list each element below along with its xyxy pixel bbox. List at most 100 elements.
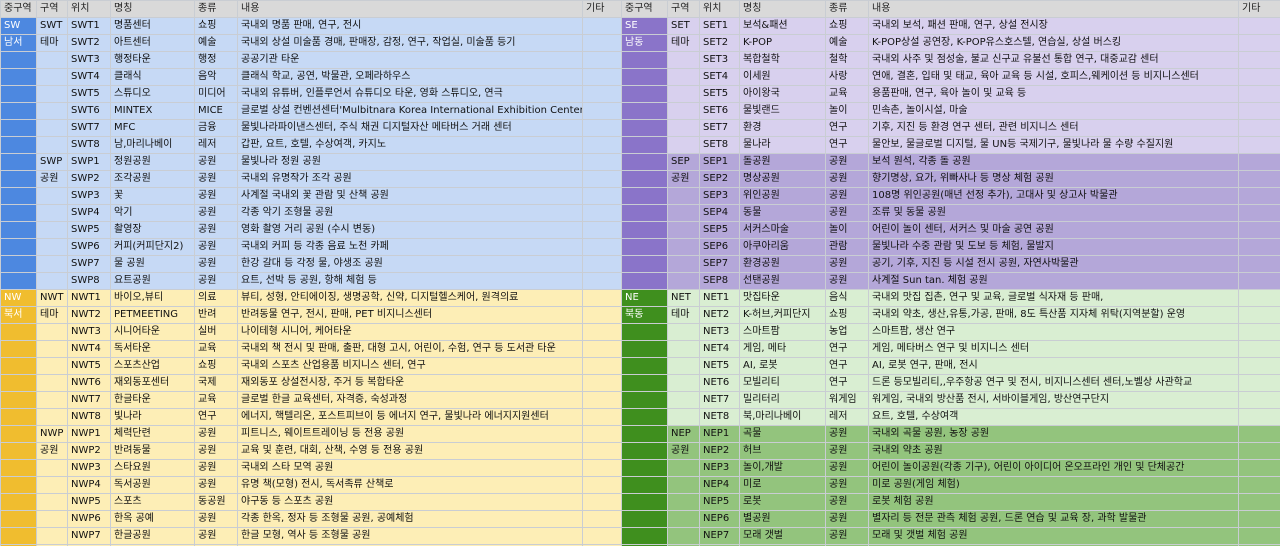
sheet-cell[interactable] bbox=[667, 340, 700, 358]
sheet-cell[interactable] bbox=[0, 340, 37, 358]
column-header[interactable]: 명칭 bbox=[739, 0, 826, 18]
sheet-cell[interactable] bbox=[621, 442, 668, 460]
sheet-cell[interactable]: 반려동물 bbox=[110, 442, 195, 460]
column-header[interactable]: 기타 bbox=[1238, 0, 1280, 18]
sheet-cell[interactable] bbox=[36, 459, 68, 477]
sheet-cell[interactable]: SEP2 bbox=[699, 170, 740, 188]
sheet-cell[interactable]: NWP3 bbox=[67, 459, 111, 477]
sheet-cell[interactable] bbox=[0, 493, 37, 511]
sheet-cell[interactable]: NWP2 bbox=[67, 442, 111, 460]
sheet-cell[interactable]: 어린이 놀이 센터, 서커스 및 마술 공연 공원 bbox=[868, 221, 1239, 239]
sheet-cell[interactable] bbox=[621, 476, 668, 494]
sheet-cell[interactable]: 공원 bbox=[194, 476, 238, 494]
sheet-cell[interactable]: 공원 bbox=[825, 153, 869, 171]
sheet-cell[interactable]: 요트공원 bbox=[110, 272, 195, 290]
sheet-cell[interactable] bbox=[582, 34, 622, 52]
sheet-cell[interactable]: 보석 원석, 각종 돌 공원 bbox=[868, 153, 1239, 171]
sheet-cell[interactable]: 아이왕국 bbox=[739, 85, 826, 103]
sheet-cell[interactable]: K-허브,커피단지 bbox=[739, 306, 826, 324]
sheet-cell[interactable]: 금융 bbox=[194, 119, 238, 137]
sheet-cell[interactable]: 아트센터 bbox=[110, 34, 195, 52]
sheet-cell[interactable]: NEP2 bbox=[699, 442, 740, 460]
sheet-cell[interactable]: 음식 bbox=[825, 289, 869, 307]
sheet-cell[interactable]: 농업 bbox=[825, 323, 869, 341]
sheet-cell[interactable]: SEP1 bbox=[699, 153, 740, 171]
sheet-cell[interactable]: 독서공원 bbox=[110, 476, 195, 494]
sheet-cell[interactable] bbox=[582, 119, 622, 137]
sheet-cell[interactable]: 게임, 메타 bbox=[739, 340, 826, 358]
sheet-cell[interactable]: 위인공원 bbox=[739, 187, 826, 205]
sheet-cell[interactable]: 연구 bbox=[825, 340, 869, 358]
sheet-cell[interactable] bbox=[667, 357, 700, 375]
sheet-cell[interactable]: 미로 공원(게임 체험) bbox=[868, 476, 1239, 494]
sheet-cell[interactable] bbox=[582, 68, 622, 86]
sheet-cell[interactable]: 독서타운 bbox=[110, 340, 195, 358]
sheet-cell[interactable] bbox=[621, 357, 668, 375]
sheet-cell[interactable]: 테마 bbox=[36, 34, 68, 52]
sheet-cell[interactable] bbox=[36, 493, 68, 511]
sheet-cell[interactable] bbox=[621, 136, 668, 154]
sheet-cell[interactable] bbox=[667, 459, 700, 477]
sheet-cell[interactable] bbox=[667, 272, 700, 290]
sheet-cell[interactable] bbox=[36, 391, 68, 409]
sheet-cell[interactable]: 스포츠산업 bbox=[110, 357, 195, 375]
sheet-cell[interactable] bbox=[0, 204, 37, 222]
sheet-cell[interactable] bbox=[582, 238, 622, 256]
sheet-cell[interactable]: 시니어타운 bbox=[110, 323, 195, 341]
sheet-cell[interactable] bbox=[621, 374, 668, 392]
sheet-cell[interactable]: NWP bbox=[36, 425, 68, 443]
sheet-cell[interactable]: SWP6 bbox=[67, 238, 111, 256]
sheet-cell[interactable]: 국내외 약초 공원 bbox=[868, 442, 1239, 460]
sheet-cell[interactable]: SEP7 bbox=[699, 255, 740, 273]
sheet-cell[interactable] bbox=[667, 391, 700, 409]
sheet-cell[interactable]: 놀이 bbox=[825, 221, 869, 239]
sheet-cell[interactable]: 공원 bbox=[194, 442, 238, 460]
sheet-cell[interactable]: 허브 bbox=[739, 442, 826, 460]
sheet-cell[interactable]: NEP3 bbox=[699, 459, 740, 477]
sheet-cell[interactable] bbox=[582, 204, 622, 222]
column-header[interactable]: 기타 bbox=[582, 0, 622, 18]
sheet-cell[interactable] bbox=[0, 374, 37, 392]
sheet-cell[interactable]: AI, 로봇 bbox=[739, 357, 826, 375]
sheet-cell[interactable]: 아쿠아리움 bbox=[739, 238, 826, 256]
sheet-cell[interactable]: K-POP상설 공연장, K-POP유스호스텔, 연습실, 상설 버스킹 bbox=[868, 34, 1239, 52]
sheet-cell[interactable]: 남,마리나베이 bbox=[110, 136, 195, 154]
sheet-cell[interactable] bbox=[1238, 391, 1280, 409]
sheet-cell[interactable]: SEP5 bbox=[699, 221, 740, 239]
sheet-cell[interactable]: MICE bbox=[194, 102, 238, 120]
sheet-cell[interactable] bbox=[582, 17, 622, 35]
sheet-cell[interactable]: NET2 bbox=[699, 306, 740, 324]
sheet-cell[interactable]: 교육 및 훈련, 대회, 산책, 수영 등 전용 공원 bbox=[237, 442, 583, 460]
sheet-cell[interactable]: 물빛나라 수중 관람 및 도보 등 체험, 물발지 bbox=[868, 238, 1239, 256]
sheet-cell[interactable]: SWT5 bbox=[67, 85, 111, 103]
sheet-cell[interactable] bbox=[621, 68, 668, 86]
sheet-cell[interactable] bbox=[36, 374, 68, 392]
sheet-cell[interactable]: 워게임, 국내외 방산품 전시, 서바이블게임, 방산연구단지 bbox=[868, 391, 1239, 409]
sheet-cell[interactable] bbox=[582, 323, 622, 341]
sheet-cell[interactable] bbox=[1238, 170, 1280, 188]
sheet-cell[interactable]: 돌공원 bbox=[739, 153, 826, 171]
sheet-cell[interactable]: 클래식 학교, 공연, 박물관, 오페라하우스 bbox=[237, 68, 583, 86]
sheet-cell[interactable]: 게임, 메타버스 연구 및 비지니스 센터 bbox=[868, 340, 1239, 358]
sheet-cell[interactable]: 연구 bbox=[825, 357, 869, 375]
column-header[interactable]: 종류 bbox=[825, 0, 869, 18]
sheet-cell[interactable]: NWT4 bbox=[67, 340, 111, 358]
sheet-cell[interactable] bbox=[582, 255, 622, 273]
sheet-cell[interactable]: 촬영장 bbox=[110, 221, 195, 239]
sheet-cell[interactable] bbox=[36, 51, 68, 69]
sheet-cell[interactable]: 한글공원 bbox=[110, 527, 195, 545]
sheet-cell[interactable] bbox=[621, 408, 668, 426]
sheet-cell[interactable] bbox=[1238, 119, 1280, 137]
sheet-cell[interactable]: NEP7 bbox=[699, 527, 740, 545]
sheet-cell[interactable]: 연구 bbox=[194, 408, 238, 426]
sheet-cell[interactable]: SEP3 bbox=[699, 187, 740, 205]
sheet-cell[interactable] bbox=[667, 119, 700, 137]
sheet-cell[interactable] bbox=[621, 527, 668, 545]
sheet-cell[interactable]: 워게임 bbox=[825, 391, 869, 409]
sheet-cell[interactable]: SE bbox=[621, 17, 668, 35]
sheet-cell[interactable]: 쇼핑 bbox=[825, 17, 869, 35]
sheet-cell[interactable]: 공원 bbox=[667, 442, 700, 460]
sheet-cell[interactable]: 한강 갈대 등 각정 물, 야생조 공원 bbox=[237, 255, 583, 273]
sheet-cell[interactable]: 공원 bbox=[825, 255, 869, 273]
sheet-cell[interactable] bbox=[1238, 85, 1280, 103]
